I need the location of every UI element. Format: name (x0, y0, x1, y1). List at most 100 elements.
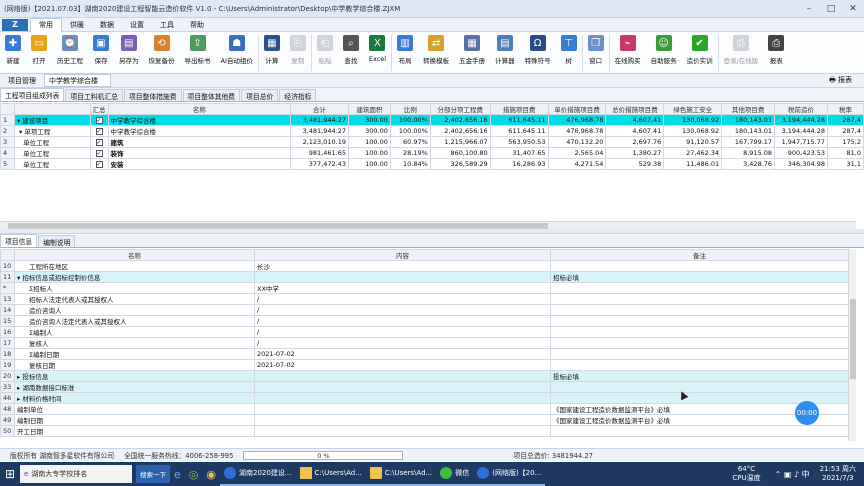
restore-backup-button[interactable]: ⟲ 恢复备份 (144, 32, 180, 74)
info-content[interactable] (254, 381, 551, 393)
training-button[interactable]: ✔ 造价实训 (682, 32, 718, 74)
ie-icon[interactable]: ◎ (185, 462, 203, 486)
minimize-icon[interactable]: – (798, 0, 820, 18)
export-bid-button[interactable]: ⇪ 导出标书 (180, 32, 216, 74)
info-content[interactable]: / (254, 337, 551, 349)
tab-material-summary[interactable]: 项目工料机汇总 (65, 89, 123, 101)
summary-checkbox[interactable]: ✓ (89, 158, 109, 170)
menu-common[interactable]: 常用 (30, 17, 62, 32)
copy-button[interactable]: ⎘ 复制 (285, 32, 311, 74)
ai-pricing-button[interactable]: ☗ AI自动组价 (216, 32, 258, 74)
info-content[interactable] (254, 271, 551, 283)
info-row[interactable]: 10 工程所在地区 长沙 (0, 260, 849, 272)
menu-heating[interactable]: 供暖 (62, 18, 92, 32)
open-button[interactable]: ▭ 打开 (26, 32, 52, 74)
clock[interactable]: 21:53 周六 2021/7/3 (820, 465, 856, 483)
calculate-button[interactable]: ▦ 计算 (259, 32, 285, 74)
tab-project-list[interactable]: 工程项目组成列表 (0, 88, 65, 101)
taskbar-search-input[interactable]: e 湖南大专学校排名 (20, 465, 132, 483)
info-content[interactable]: / (254, 326, 551, 338)
paste-button[interactable]: ⎗ 粘贴 (312, 32, 338, 74)
save-as-button[interactable]: ▤ 另存为 (114, 32, 144, 74)
horizontal-scrollbar[interactable] (0, 221, 856, 229)
menu-data[interactable]: 数据 (92, 18, 122, 32)
summary-checkbox[interactable]: ✓ (89, 136, 109, 148)
info-content[interactable] (254, 370, 551, 382)
info-row[interactable]: 49 编制日期 《国家建设工程造价数据监测平台》必填 (0, 414, 849, 426)
info-content[interactable]: 长沙 (254, 260, 551, 272)
info-content[interactable] (254, 403, 551, 415)
info-row[interactable]: 16 Σ编制人 / (0, 326, 849, 338)
vertical-scrollbar[interactable] (848, 249, 856, 441)
info-content[interactable]: / (254, 293, 551, 305)
summary-checkbox[interactable]: ✓ (89, 114, 109, 126)
convert-template-button[interactable]: ⇄ 转换模板 (418, 32, 454, 74)
save-button[interactable]: ▣ 保存 (88, 32, 114, 74)
menu-help[interactable]: 帮助 (182, 18, 212, 32)
summary-checkbox[interactable]: ✓ (89, 125, 109, 137)
project-tab[interactable]: 中学教学综合楼 (44, 74, 111, 87)
report-button[interactable]: ⎙ 报表 (763, 32, 789, 74)
taskbar-item-app1[interactable]: 湖南2020建设... (220, 462, 296, 486)
info-row[interactable]: 50 开工日期 (0, 425, 849, 437)
table-row[interactable]: 1 ▾ 建设项目 ✓ 中学教学综合楼 3,481,944.27 300.00 100.00%… (0, 114, 864, 126)
windows-start-icon[interactable]: ⊞ (0, 462, 20, 486)
close-icon[interactable]: ✕ (842, 0, 864, 18)
tab-compile-notes[interactable]: 编制说明 (38, 235, 76, 247)
edge-icon[interactable]: e (170, 462, 185, 486)
panel-splitter[interactable] (0, 229, 864, 234)
calculator-button[interactable]: ▤ 计算器 (490, 32, 520, 74)
menu-tools[interactable]: 工具 (152, 18, 182, 32)
table-row[interactable]: 5 单位工程 ✓ 安装 377,472.43 100.00 10.84% 326,589.2… (0, 158, 864, 170)
online-purchase-button[interactable]: ⌁ 在线购买 (610, 32, 646, 74)
chrome-icon[interactable]: ◉ (202, 462, 220, 486)
info-row[interactable]: * Σ招标人 XX中学 (0, 282, 849, 294)
tab-total-price[interactable]: 项目总价 (241, 89, 279, 101)
floating-timer-button[interactable]: 00:00 (795, 401, 819, 425)
hardware-manual-button[interactable]: ▦ 五金手册 (454, 32, 490, 74)
maximize-icon[interactable]: □ (820, 0, 842, 18)
info-row[interactable]: 13 招标人法定代表人或其授权人 / (0, 293, 849, 305)
taskbar-item-app2[interactable]: (网络版)【20... (473, 462, 546, 486)
tree-button[interactable]: ⊤ 树 (556, 32, 582, 74)
info-row[interactable]: 15 造价咨询人法定代表人或其授权人 / (0, 315, 849, 327)
new-button[interactable]: ✚ 新建 (0, 32, 26, 74)
info-content[interactable]: 2021-07-02 (254, 359, 551, 371)
history-button[interactable]: ⌚ 历史工程 (52, 32, 88, 74)
info-content[interactable] (254, 414, 551, 426)
taskbar-item-wechat[interactable]: 微信 (436, 462, 474, 486)
info-row[interactable]: 18 Σ编制日期 2021-07-02 (0, 348, 849, 360)
info-row[interactable]: 20 ▸ 投标信息 投标必填 (0, 370, 849, 382)
info-row[interactable]: 11 ▾ 招标信息或招标控制价信息 招标必填 (0, 271, 849, 283)
table-row[interactable]: 3 单位工程 ✓ 建筑 2,123,010.19 100.00 60.97% 1,215,9… (0, 136, 864, 148)
self-service-button[interactable]: ☺ 自助服务 (646, 32, 682, 74)
taskbar-item-folder2[interactable]: C:\Users\Ad... (365, 462, 437, 486)
table-row[interactable]: 4 单位工程 ✓ 装饰 981,461.65 100.00 28.19% 860,100.8… (0, 147, 864, 159)
info-row[interactable]: 17 复核人 / (0, 337, 849, 349)
info-content[interactable]: XX中学 (254, 282, 551, 294)
tab-other-fee[interactable]: 项目整体其他费 (182, 89, 241, 101)
taskbar-item-folder1[interactable]: C:\Users\Ad... (295, 462, 366, 486)
special-symbol-button[interactable]: Ω 特殊符号 (520, 32, 556, 74)
report-button[interactable]: 🖶 报表 (829, 75, 852, 87)
tab-economic-index[interactable]: 经济指标 (279, 89, 317, 101)
tray-icons[interactable]: ⌃ ▣ ♪ 中 (775, 469, 810, 480)
search-button[interactable]: 搜索一下 (136, 465, 170, 483)
info-row[interactable]: 19 复核日期 2021-07-02 (0, 359, 849, 371)
tab-project-info[interactable]: 项目信息 (0, 234, 38, 247)
layout-button[interactable]: ▥ 布局 (392, 32, 418, 74)
excel-button[interactable]: X Excel (364, 32, 391, 74)
info-content[interactable]: / (254, 315, 551, 327)
tab-measure-fee[interactable]: 项目整体措施费 (123, 89, 182, 101)
find-button[interactable]: ⌕ 查找 (338, 32, 364, 74)
info-row[interactable]: 48 编制单位 《国家建设工程造价数据监测平台》必填 (0, 403, 849, 415)
info-row[interactable]: 14 造价咨询人 / (0, 304, 849, 316)
info-content[interactable] (254, 392, 551, 404)
info-content[interactable] (254, 425, 551, 437)
summary-checkbox[interactable]: ✓ (89, 147, 109, 159)
info-row[interactable]: 46 ▸ 材料价格时间 (0, 392, 849, 404)
login-online-button[interactable]: ⎙ 登录/在线版 (719, 32, 764, 74)
menu-settings[interactable]: 设置 (122, 18, 152, 32)
info-row[interactable]: 33 ▸ 湖南数据接口标准 (0, 381, 849, 393)
info-content[interactable]: 2021-07-02 (254, 348, 551, 360)
